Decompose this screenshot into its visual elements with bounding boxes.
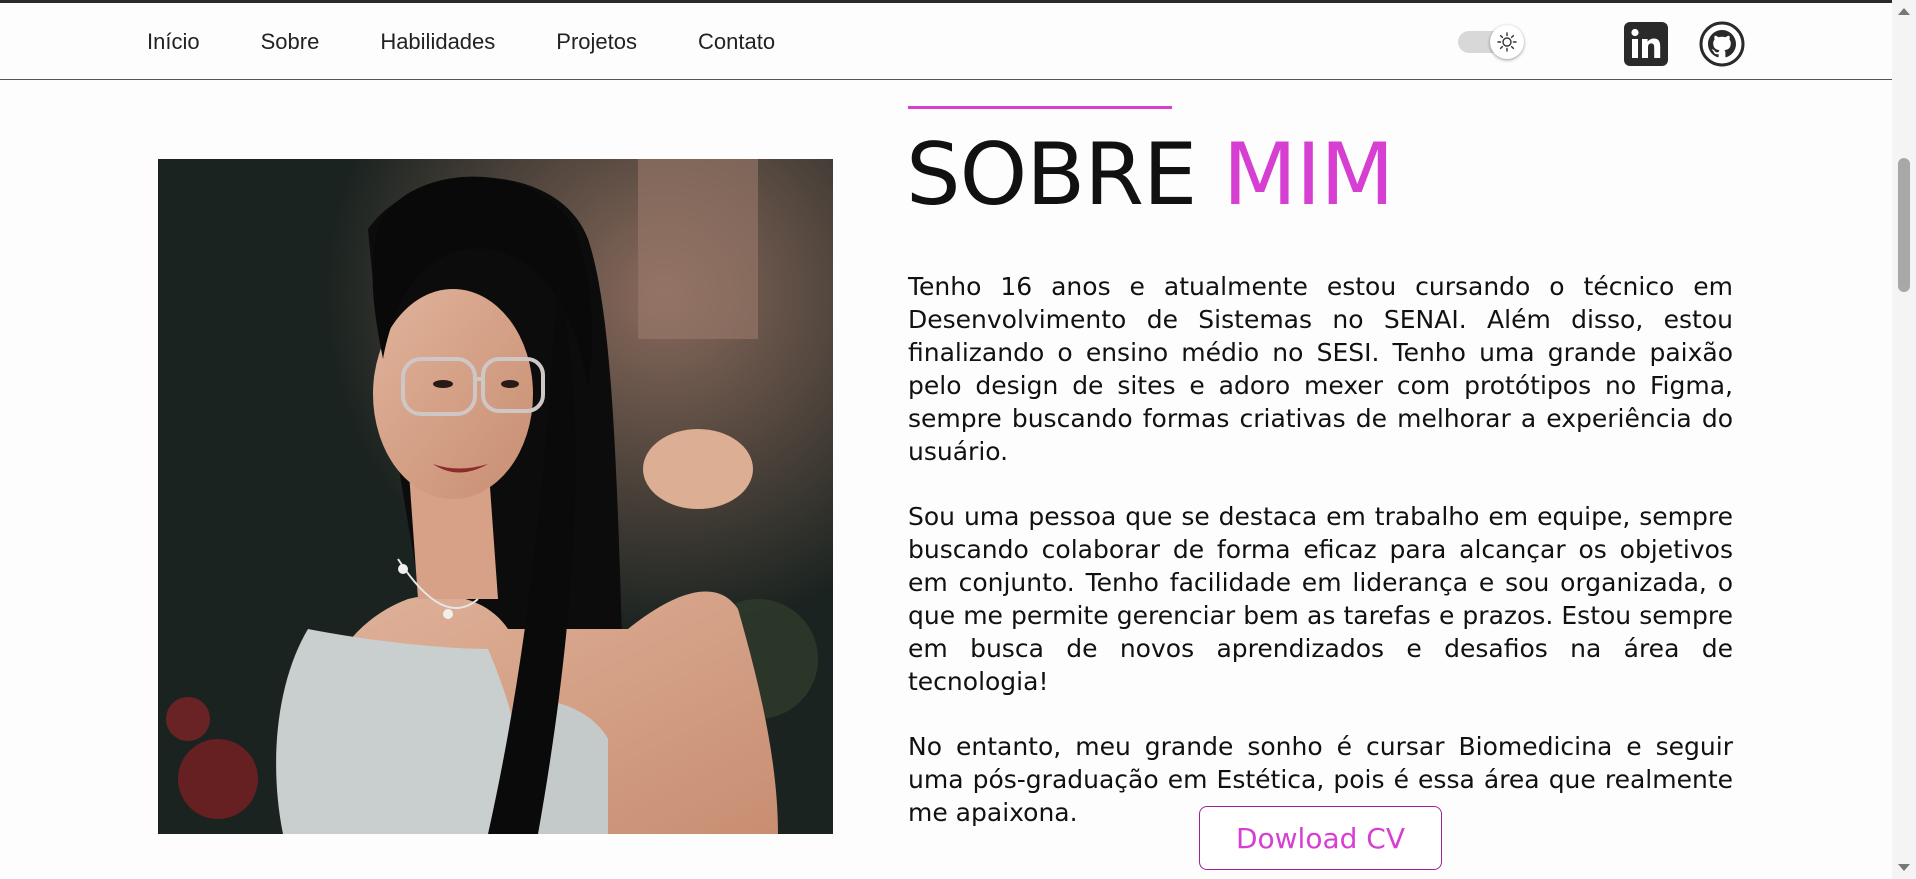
nav-link-habilidades[interactable]: Habilidades [380,29,495,55]
scroll-thumb[interactable] [1898,158,1910,292]
about-paragraph-2: Sou uma pessoa que se destaca em trabalh… [908,502,1733,696]
download-cv-button[interactable]: Dowload CV [1199,806,1442,870]
nav-link-inicio[interactable]: Início [147,29,200,55]
github-link[interactable] [1699,21,1745,67]
nav-links: Início Sobre Habilidades Projetos Contat… [147,29,775,55]
about-text: Tenho 16 anos e atualmente estou cursand… [908,270,1733,861]
sun-icon [1497,32,1517,52]
profile-photo-illustration [158,159,833,834]
about-paragraph-1: Tenho 16 anos e atualmente estou cursand… [908,272,1733,466]
about-title: SOBRE MIM [906,124,1395,227]
theme-toggle[interactable] [1458,25,1528,59]
nav-link-sobre[interactable]: Sobre [261,29,320,55]
toggle-knob [1490,25,1524,59]
linkedin-icon [1624,22,1668,66]
scroll-up-arrow-icon[interactable] [1898,8,1910,15]
title-accent-bar [908,106,1172,109]
scroll-down-arrow-icon[interactable] [1898,864,1910,871]
nav-link-contato[interactable]: Contato [698,29,775,55]
about-title-accent: MIM [1222,125,1395,225]
vertical-scrollbar[interactable] [1892,0,1916,879]
profile-photo [158,159,833,834]
about-title-main: SOBRE [906,125,1197,225]
github-icon [1699,21,1745,67]
linkedin-link[interactable] [1623,21,1669,67]
navbar: Início Sobre Habilidades Projetos Contat… [0,3,1892,80]
nav-link-projetos[interactable]: Projetos [556,29,637,55]
